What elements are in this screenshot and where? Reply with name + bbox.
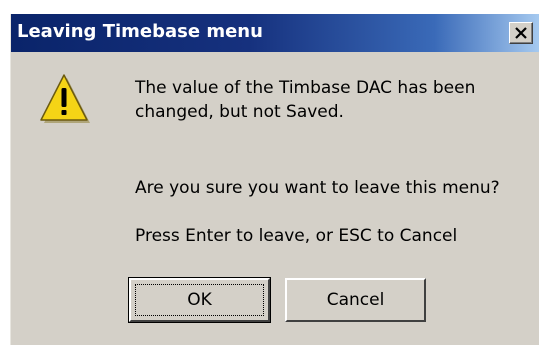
cancel-button-label: Cancel [326, 290, 385, 310]
warning-icon [40, 74, 90, 123]
instruction-text: Press Enter to leave, or ESC to Cancel [135, 226, 458, 246]
message-line-2: changed, but not Saved. [135, 102, 344, 122]
dialog-window: Leaving Timebase menu The value of the T… [10, 14, 539, 345]
confirmation-question: Are you sure you want to leave this menu… [135, 178, 500, 198]
cancel-button[interactable]: Cancel [285, 278, 426, 322]
focus-rectangle [135, 284, 264, 316]
close-icon [515, 27, 527, 39]
close-button[interactable] [509, 22, 533, 44]
title-bar[interactable]: Leaving Timebase menu [11, 14, 539, 52]
ok-button[interactable]: OK [128, 277, 271, 323]
dialog-title: Leaving Timebase menu [17, 21, 263, 42]
message-line-1: The value of the Timbase DAC has been [135, 78, 476, 98]
